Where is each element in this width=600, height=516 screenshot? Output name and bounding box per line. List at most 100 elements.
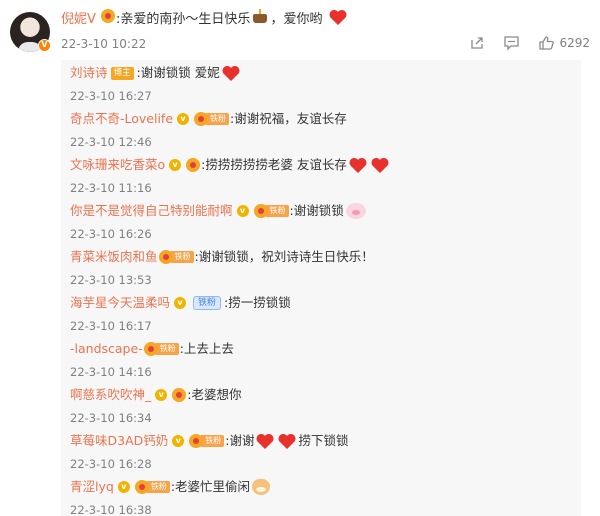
fan-wings-icon <box>194 112 209 126</box>
fan-badge: 铁粉 <box>158 250 194 265</box>
reply-text: :谢谢祝福，友谊长存 <box>230 111 347 126</box>
fan-badge-icon <box>172 388 187 402</box>
thumb-up-icon <box>539 36 555 50</box>
share-button[interactable] <box>469 35 485 51</box>
fan-badge-label: 铁粉 <box>169 251 194 263</box>
reply-item: 奇点不奇-Lovelife v 铁粉:谢谢祝福，友谊长存 22-3-10 12:46 <box>70 110 347 150</box>
fan-badge: 铁粉 <box>134 480 170 495</box>
heart-emoji-icon <box>371 157 389 173</box>
reply-line: 奇点不奇-Lovelife v 铁粉:谢谢祝福，友谊长存 <box>70 110 347 128</box>
reply-line: 你是不是觉得自己特别能耐啊 v 铁粉:谢谢锁锁 <box>70 202 366 220</box>
fan-badge-label: 铁粉 <box>145 481 170 493</box>
reply-time: 22-3-10 16:17 <box>70 319 152 333</box>
fan-badge-icon <box>101 9 116 23</box>
reply-author[interactable]: 海芋星今天温柔吗 <box>70 294 170 312</box>
fan-badge: 铁粉 <box>189 434 225 449</box>
reply-item: 你是不是觉得自己特别能耐啊 v 铁粉:谢谢锁锁 22-3-10 16:26 <box>70 202 366 242</box>
comment-icon <box>504 36 520 51</box>
reply-text: :上去上去 <box>179 341 234 356</box>
post-line: 倪妮V :亲爱的南孙～生日快乐 ，爱你哟 <box>61 9 349 30</box>
reply-text-continued: 捞下锁锁 <box>298 433 349 448</box>
verified-check-icon: v <box>117 481 130 493</box>
reply-time: 22-3-10 16:28 <box>70 457 152 471</box>
verified-check-icon: v <box>174 297 187 309</box>
verified-check-icon: v <box>169 159 182 171</box>
fan-badge: 铁粉 <box>253 204 289 219</box>
verified-check-icon: v <box>155 389 168 401</box>
reply-line: 啊慈系吹吹神_ v :老婆想你 <box>70 386 241 404</box>
reply-item: 啊慈系吹吹神_ v :老婆想你 22-3-10 16:34 <box>70 386 241 426</box>
fan-badge: 铁粉 <box>194 112 230 127</box>
verified-v-icon: V <box>38 39 51 52</box>
fan-badge-label: 铁粉 <box>205 113 230 125</box>
reply-item: 海芋星今天温柔吗 v 铁粉:捞一捞锁锁 22-3-10 16:17 <box>70 294 291 334</box>
post-author[interactable]: 倪妮V <box>61 12 96 27</box>
reply-text: :老婆忙里偷闲 <box>170 479 251 494</box>
fan-wings-icon <box>253 204 268 218</box>
heart-emoji-icon <box>222 65 240 81</box>
verified-check-icon: v <box>236 205 249 217</box>
fan-badge-label: 铁粉 <box>264 205 289 217</box>
heart-emoji-icon <box>256 433 274 449</box>
reply-line: 青菜米饭肉和鱼 铁粉:谢谢锁锁，祝刘诗诗生日快乐！ <box>70 248 374 266</box>
reply-time: 22-3-10 12:46 <box>70 135 152 149</box>
cat-emoji-icon <box>252 479 271 495</box>
fan-badge-label: 铁粉 <box>200 435 225 447</box>
reply-item: 草莓味D3AD钙奶 v 铁粉:谢谢 捞下锁锁 22-3-10 16:28 <box>70 432 349 472</box>
reply-line: -landscape- 铁粉:上去上去 <box>70 340 234 358</box>
reply-text: :谢谢锁锁 爱妮 <box>136 65 220 80</box>
fan-badge: 铁粉 <box>193 296 222 310</box>
reply-line: 海芋星今天温柔吗 v 铁粉:捞一捞锁锁 <box>70 294 291 312</box>
reply-author[interactable]: 奇点不奇-Lovelife <box>70 110 173 128</box>
post-time: 22-3-10 10:22 <box>61 37 147 51</box>
post-text: :亲爱的南孙～生日快乐 <box>116 12 251 27</box>
reply-text: :捞捞捞捞捞老婆 友谊长存 <box>201 157 347 172</box>
reply-time: 22-3-10 13:53 <box>70 273 152 287</box>
reply-item: -landscape- 铁粉:上去上去 22-3-10 14:16 <box>70 340 234 380</box>
reply-item: 青菜米饭肉和鱼 铁粉:谢谢锁锁，祝刘诗诗生日快乐！ 22-3-10 13:53 <box>70 248 374 288</box>
heart-emoji-icon <box>329 9 347 26</box>
reply-text: :捞一捞锁锁 <box>224 295 291 310</box>
fan-badge-icon <box>186 158 201 172</box>
author-badge: 博主 <box>110 66 134 80</box>
reply-time: 22-3-10 16:38 <box>70 503 152 516</box>
reply-time: 22-3-10 16:26 <box>70 227 152 241</box>
comment-button[interactable] <box>503 35 520 51</box>
post-actions: 6292 <box>451 35 590 51</box>
post-text-end: ，爱你哟 <box>270 12 323 27</box>
heart-emoji-icon <box>278 433 296 449</box>
reply-time: 22-3-10 14:16 <box>70 365 152 379</box>
reply-author[interactable]: 啊慈系吹吹神_ <box>70 386 151 404</box>
reply-author[interactable]: 文咏珊来吃香菜o <box>70 156 165 174</box>
share-icon <box>471 37 484 49</box>
reply-text: :谢谢锁锁，祝刘诗诗生日快乐！ <box>194 249 374 264</box>
reply-author[interactable]: 青涩lyq <box>70 478 114 496</box>
reply-line: 青涩lyq v 铁粉:老婆忙里偷闲 <box>70 478 271 496</box>
reply-list: 刘诗诗 博主:谢谢锁锁 爱妮 22-3-10 16:27 奇点不奇-Lovelife v… <box>61 60 581 516</box>
reply-time: 22-3-10 16:34 <box>70 411 152 425</box>
like-button[interactable]: 6292 <box>538 35 590 51</box>
fan-wings-icon <box>158 250 173 264</box>
pig-emoji-icon <box>345 203 366 219</box>
fan-badge-label: 铁粉 <box>154 343 179 355</box>
cake-emoji-icon <box>252 9 268 23</box>
fan-badge: 铁粉 <box>143 342 179 357</box>
reply-item: 青涩lyq v 铁粉:老婆忙里偷闲 22-3-10 16:38 <box>70 478 271 516</box>
reply-line: 刘诗诗 博主:谢谢锁锁 爱妮 <box>70 64 242 82</box>
reply-text: :谢谢 <box>225 433 255 448</box>
reply-line: 草莓味D3AD钙奶 v 铁粉:谢谢 捞下锁锁 <box>70 432 349 450</box>
reply-line: 文咏珊来吃香菜o v :捞捞捞捞捞老婆 友谊长存 <box>70 156 391 174</box>
reply-author[interactable]: 你是不是觉得自己特别能耐啊 <box>70 202 233 220</box>
verified-check-icon: v <box>177 113 190 125</box>
reply-author[interactable]: 青菜米饭肉和鱼 <box>70 248 158 266</box>
reply-author[interactable]: 刘诗诗 <box>70 64 108 82</box>
reply-time: 22-3-10 16:27 <box>70 89 152 103</box>
reply-author[interactable]: -landscape- <box>70 340 143 358</box>
verified-check-icon: v <box>172 435 185 447</box>
reply-author[interactable]: 草莓味D3AD钙奶 <box>70 432 168 450</box>
fan-wings-icon <box>143 342 158 356</box>
fan-wings-icon <box>134 480 149 494</box>
reply-item: 文咏珊来吃香菜o v :捞捞捞捞捞老婆 友谊长存 22-3-10 11:16 <box>70 156 391 196</box>
reply-text: :老婆想你 <box>187 387 242 402</box>
reply-time: 22-3-10 11:16 <box>70 181 152 195</box>
